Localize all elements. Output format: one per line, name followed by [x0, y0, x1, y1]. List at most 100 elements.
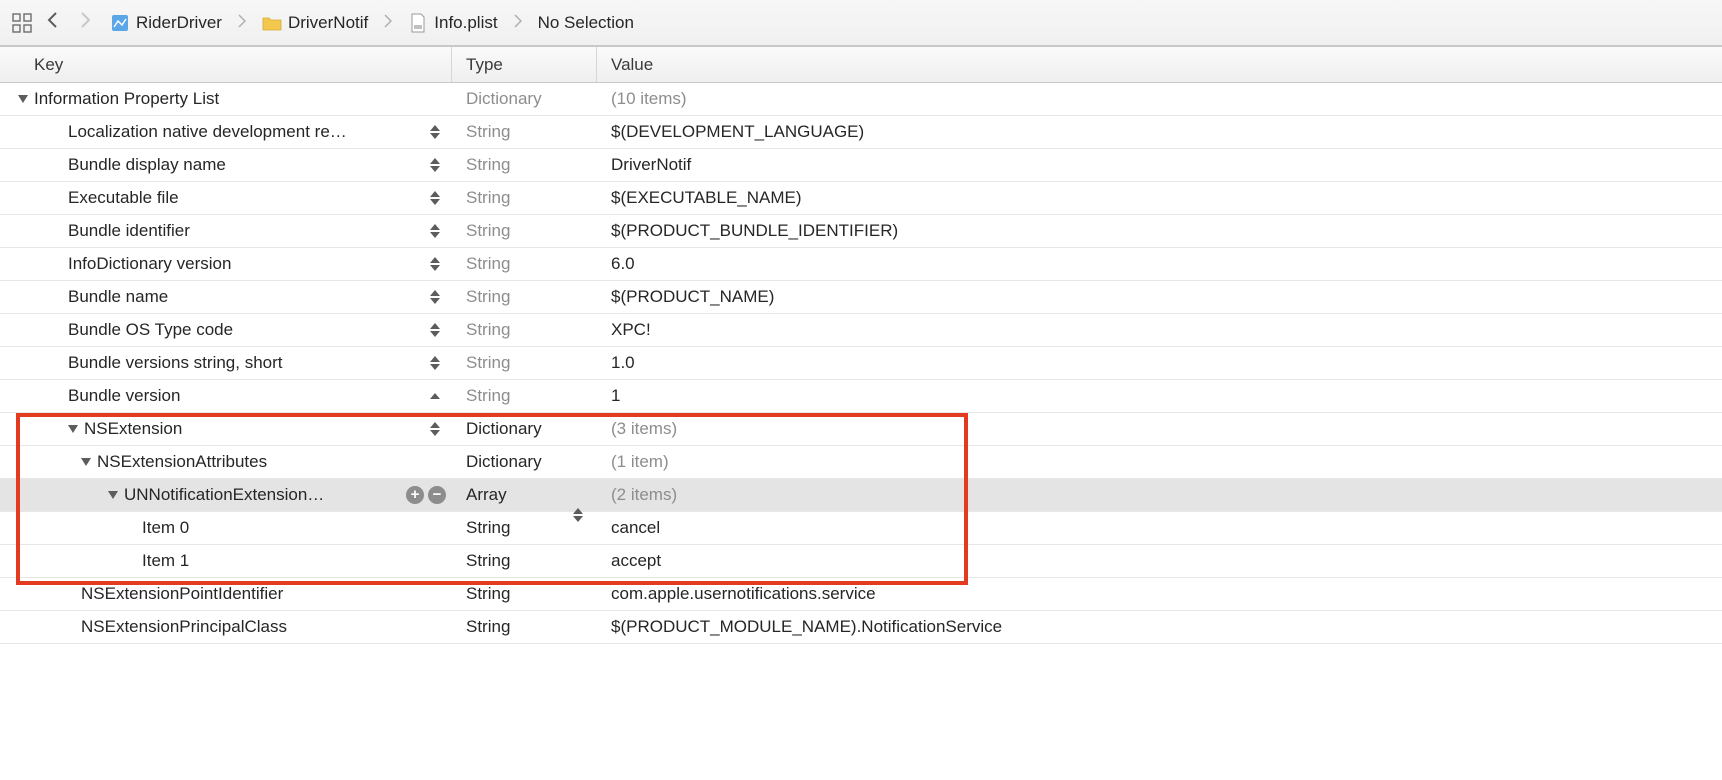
key-popup-stepper[interactable] — [430, 188, 444, 208]
plist-row[interactable]: InfoDictionary versionString6.0 — [0, 248, 1722, 281]
crumb-file[interactable]: Info.plist — [404, 13, 501, 33]
plist-row[interactable]: Bundle versions string, shortString1.0 — [0, 347, 1722, 380]
key-popup-stepper[interactable] — [430, 155, 444, 175]
header-value[interactable]: Value — [597, 47, 1722, 82]
value-cell[interactable]: XPC! — [597, 320, 1722, 340]
key-cell[interactable]: InfoDictionary version — [0, 248, 452, 280]
value-cell[interactable]: 1.0 — [597, 353, 1722, 373]
key-popup-stepper[interactable] — [430, 221, 444, 241]
type-cell[interactable]: String — [452, 386, 597, 406]
value-cell[interactable]: $(PRODUCT_NAME) — [597, 287, 1722, 307]
plist-row[interactable]: Bundle version String1 — [0, 380, 1722, 413]
key-label: Item 0 — [142, 518, 189, 538]
plist-row[interactable]: NSExtensionPointIdentifierStringcom.appl… — [0, 578, 1722, 611]
type-cell[interactable]: String — [452, 353, 597, 373]
value-cell[interactable]: (1 item) — [597, 452, 1722, 472]
crumb-separator — [382, 13, 394, 33]
plist-row[interactable]: Bundle OS Type codeStringXPC! — [0, 314, 1722, 347]
type-cell[interactable]: String — [452, 551, 597, 571]
key-label: NSExtension — [84, 419, 182, 439]
type-cell[interactable]: String — [452, 188, 597, 208]
key-popup-stepper[interactable] — [430, 287, 444, 307]
type-cell[interactable]: Dictionary — [452, 452, 597, 472]
header-type[interactable]: Type — [452, 47, 597, 82]
key-cell[interactable]: Executable file — [0, 182, 452, 214]
type-cell[interactable]: Array — [452, 485, 597, 505]
header-key[interactable]: Key — [0, 47, 452, 82]
crumb-project[interactable]: RiderDriver — [106, 13, 226, 33]
crumb-separator — [512, 13, 524, 33]
value-cell[interactable]: 1 — [597, 386, 1722, 406]
plist-row[interactable]: UNNotificationExtension…+−Array(2 items) — [0, 479, 1722, 512]
type-cell[interactable]: String — [452, 122, 597, 142]
value-cell[interactable]: accept — [597, 551, 1722, 571]
value-cell[interactable]: $(PRODUCT_BUNDLE_IDENTIFIER) — [597, 221, 1722, 241]
disclosure-triangle-icon[interactable] — [18, 95, 28, 103]
disclosure-triangle-icon[interactable] — [81, 458, 91, 466]
disclosure-triangle-icon[interactable] — [68, 425, 78, 433]
type-cell[interactable]: String — [452, 617, 597, 637]
plist-row[interactable]: Item 1Stringaccept — [0, 545, 1722, 578]
key-cell[interactable]: Bundle display name — [0, 149, 452, 181]
value-cell[interactable]: com.apple.usernotifications.service — [597, 584, 1722, 604]
type-cell[interactable]: Dictionary — [452, 89, 597, 109]
plist-row[interactable]: Executable file String $(EXECUTABLE_NAME) — [0, 182, 1722, 215]
key-cell[interactable]: NSExtension — [0, 413, 452, 445]
key-cell[interactable]: NSExtensionPrincipalClass — [0, 611, 452, 643]
key-popup-stepper[interactable] — [430, 353, 444, 373]
remove-row-button[interactable]: − — [428, 486, 446, 504]
disclosure-triangle-icon[interactable] — [108, 491, 118, 499]
key-cell[interactable]: NSExtensionAttributes — [0, 446, 452, 478]
plist-row[interactable]: Localization native development re…Strin… — [0, 116, 1722, 149]
plist-row[interactable]: Item 0 Stringcancel — [0, 512, 1722, 545]
key-cell[interactable]: Bundle identifier — [0, 215, 452, 247]
value-cell[interactable]: (10 items) — [597, 89, 1722, 109]
plist-row[interactable]: NSExtensionPrincipalClassString$(PRODUCT… — [0, 611, 1722, 644]
type-cell[interactable]: String — [452, 221, 597, 241]
related-items-icon[interactable] — [12, 13, 32, 33]
value-cell[interactable]: DriverNotif — [597, 155, 1722, 175]
plist-row[interactable]: Information Property ListDictionary(10 i… — [0, 83, 1722, 116]
plist-row[interactable]: NSExtensionAttributesDictionary(1 item) — [0, 446, 1722, 479]
key-cell[interactable]: UNNotificationExtension…+− — [0, 479, 452, 511]
key-cell[interactable]: Bundle name — [0, 281, 452, 313]
value-cell[interactable]: (2 items) — [597, 485, 1722, 505]
type-cell[interactable]: String — [452, 155, 597, 175]
key-cell[interactable]: Item 0 — [0, 512, 452, 544]
key-popup-stepper[interactable] — [430, 320, 444, 340]
type-label: String — [466, 188, 510, 207]
key-cell[interactable]: Bundle versions string, short — [0, 347, 452, 379]
key-label: Bundle version — [68, 386, 180, 406]
key-cell[interactable]: Information Property List — [0, 83, 452, 115]
add-row-button[interactable]: + — [406, 486, 424, 504]
nav-back-button[interactable] — [42, 11, 64, 34]
key-popup-stepper[interactable] — [430, 254, 444, 274]
crumb-selection[interactable]: No Selection — [534, 13, 638, 33]
key-cell[interactable]: Item 1 — [0, 545, 452, 577]
key-popup-stepper[interactable] — [430, 386, 444, 406]
type-cell[interactable]: String — [452, 287, 597, 307]
type-cell[interactable]: String — [452, 584, 597, 604]
value-cell[interactable]: $(EXECUTABLE_NAME) — [597, 188, 1722, 208]
value-cell[interactable]: $(PRODUCT_MODULE_NAME).NotificationServi… — [597, 617, 1722, 637]
plist-row[interactable]: Bundle display nameStringDriverNotif — [0, 149, 1722, 182]
key-cell[interactable]: Bundle OS Type code — [0, 314, 452, 346]
crumb-folder[interactable]: DriverNotif — [258, 13, 372, 33]
type-cell[interactable]: Dictionary — [452, 419, 597, 439]
value-cell[interactable]: (3 items) — [597, 419, 1722, 439]
value-cell[interactable]: $(DEVELOPMENT_LANGUAGE) — [597, 122, 1722, 142]
type-cell[interactable]: String — [452, 320, 597, 340]
key-cell[interactable]: Localization native development re… — [0, 116, 452, 148]
value-cell[interactable]: 6.0 — [597, 254, 1722, 274]
type-cell[interactable]: String — [452, 254, 597, 274]
key-cell[interactable]: Bundle version — [0, 380, 452, 412]
plist-row[interactable]: NSExtension Dictionary(3 items) — [0, 413, 1722, 446]
plist-row[interactable]: Bundle identifierString$(PRODUCT_BUNDLE_… — [0, 215, 1722, 248]
value-cell[interactable]: cancel — [597, 518, 1722, 538]
type-cell[interactable]: String — [452, 518, 597, 538]
plist-row[interactable]: Bundle nameString$(PRODUCT_NAME) — [0, 281, 1722, 314]
key-popup-stepper[interactable] — [430, 122, 444, 142]
key-cell[interactable]: NSExtensionPointIdentifier — [0, 578, 452, 610]
nav-forward-button[interactable] — [74, 11, 96, 34]
key-popup-stepper[interactable] — [430, 419, 444, 439]
